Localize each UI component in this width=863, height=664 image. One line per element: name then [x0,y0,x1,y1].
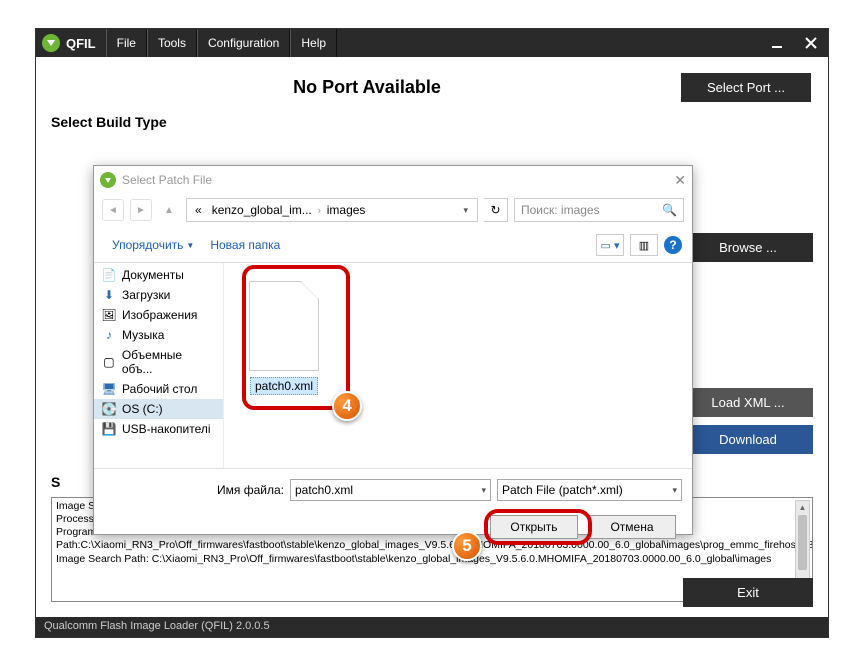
filename-input[interactable]: patch0.xml▾ [290,479,491,501]
build-type-label: Select Build Type [51,114,813,130]
sidebar-desktop[interactable]: 🖥Рабочий стол [94,379,223,399]
view-mode-button[interactable]: ▭ ▾ [596,234,624,256]
dialog-title: Select Patch File [122,173,212,187]
file-icon [249,281,319,371]
download-icon: ⬇ [102,288,116,302]
dialog-titlebar: Select Patch File ✕ [94,166,692,194]
file-type-select[interactable]: Patch File (patch*.xml)▾ [497,479,682,501]
new-folder-button[interactable]: Новая папка [202,235,288,255]
sidebar-3d-objects[interactable]: ▢Объемные объ... [94,345,223,379]
select-port-button[interactable]: Select Port ... [681,73,811,102]
chevron-right-icon: › [318,205,321,215]
chevron-down-icon[interactable]: ▾ [458,205,473,216]
crumb-root[interactable]: « [191,203,206,217]
sidebar-downloads[interactable]: ⬇Загрузки [94,285,223,305]
chevron-down-icon: ▼ [186,241,194,250]
annotation-marker-5: 5 [452,531,482,561]
dialog-logo-icon [100,172,116,188]
cube-icon: ▢ [102,355,116,369]
app-name: QFIL [66,36,106,51]
cancel-button[interactable]: Отмена [588,515,676,539]
port-status: No Port Available [53,77,681,98]
preview-pane-button[interactable]: ▥ [630,234,658,256]
search-icon: 🔍 [662,203,677,217]
dialog-toolbar: Упорядочить▼ Новая папка ▭ ▾ ▥ ? [94,230,692,263]
help-icon[interactable]: ? [664,236,682,254]
chevron-down-icon[interactable]: ▾ [672,485,677,496]
sidebar-pictures[interactable]: 🖼Изображения [94,305,223,325]
scroll-thumb[interactable] [798,515,807,570]
dialog-close-button[interactable]: ✕ [674,172,686,189]
menu-file[interactable]: File [106,29,147,57]
refresh-button[interactable]: ↻ [484,198,508,222]
breadcrumb[interactable]: « kenzo_global_im... › images ▾ [186,198,478,222]
menubar: File Tools Configuration Help [106,29,337,57]
nav-back-button[interactable]: ◄ [102,199,124,221]
address-bar: ◄ ► ▲ « kenzo_global_im... › images ▾ ↻ … [94,194,692,230]
minimize-button[interactable] [760,29,794,57]
folder-tree: 📄Документы ⬇Загрузки 🖼Изображения ♪Музык… [94,263,224,468]
open-button[interactable]: Открыть [490,515,578,539]
nav-forward-button[interactable]: ► [130,199,152,221]
close-button[interactable] [794,29,828,57]
drive-icon: 💽 [102,402,116,416]
crumb-folder-2[interactable]: images [323,203,370,217]
search-placeholder: Поиск: images [521,203,600,217]
dialog-footer: Имя файла: patch0.xml▾ Patch File (patch… [94,468,692,547]
document-icon: 📄 [102,268,116,282]
file-dialog: Select Patch File ✕ ◄ ► ▲ « kenzo_global… [93,165,693,535]
sidebar-documents[interactable]: 📄Документы [94,265,223,285]
crumb-folder-1[interactable]: kenzo_global_im... [208,203,316,217]
browse-button[interactable]: Browse ... [683,233,813,262]
titlebar: QFIL File Tools Configuration Help [36,29,828,57]
file-list[interactable]: patch0.xml 4 [224,263,692,468]
download-button[interactable]: Download [683,425,813,454]
nav-up-button[interactable]: ▲ [158,199,180,221]
menu-help[interactable]: Help [290,29,337,57]
organize-button[interactable]: Упорядочить▼ [104,235,202,255]
annotation-marker-4: 4 [332,391,362,421]
sidebar-music[interactable]: ♪Музыка [94,325,223,345]
chevron-down-icon[interactable]: ▾ [481,485,486,496]
section-letter: S [51,474,60,490]
exit-button[interactable]: Exit [683,578,813,607]
music-icon: ♪ [102,328,116,342]
menu-tools[interactable]: Tools [147,29,197,57]
load-xml-button[interactable]: Load XML ... [683,388,813,417]
app-logo-icon [42,34,60,52]
log-line: Image Search Path: C:\Xiaomi_RN3_Pro\Off… [56,553,808,566]
statusbar: Qualcomm Flash Image Loader (QFIL) 2.0.0… [36,617,828,637]
dialog-body: 📄Документы ⬇Загрузки 🖼Изображения ♪Музык… [94,263,692,468]
sidebar-usb[interactable]: 💾USB-накопителі [94,419,223,439]
usb-icon: 💾 [102,422,116,436]
filename-label: Имя файла: [104,483,284,497]
menu-configuration[interactable]: Configuration [197,29,290,57]
desktop-icon: 🖥 [102,382,116,396]
scroll-up-icon[interactable]: ▲ [796,501,809,513]
search-input[interactable]: Поиск: images 🔍 [514,198,684,222]
picture-icon: 🖼 [102,308,116,322]
sidebar-os-c[interactable]: 💽OS (C:) [94,399,223,419]
